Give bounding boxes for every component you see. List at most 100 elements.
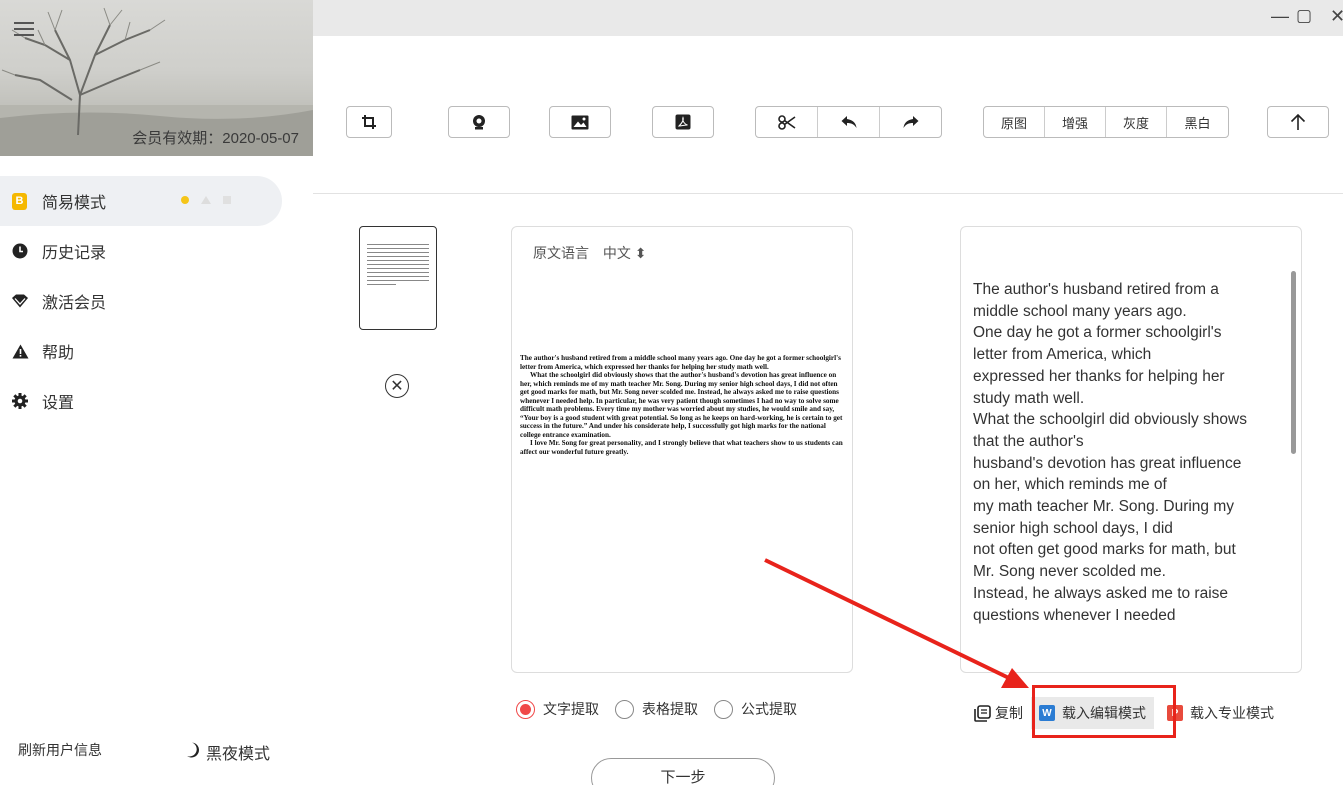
doc-paragraph: I love Mr. Song for great personality, a… bbox=[520, 439, 843, 456]
result-line: The author's husband retired from a bbox=[973, 281, 1219, 298]
result-line: study math well. bbox=[973, 389, 1085, 407]
mode-label: 表格提取 bbox=[642, 701, 698, 717]
sidebar-item-help[interactable]: 帮助 bbox=[0, 326, 313, 376]
result-scrollbar[interactable] bbox=[1291, 271, 1296, 454]
cut-button[interactable] bbox=[756, 107, 818, 137]
mode-label: 文字提取 bbox=[543, 701, 599, 717]
result-line: What the schoolgirl did obviously shows bbox=[973, 411, 1247, 429]
result-line: One day he got a former schoolgirl's bbox=[973, 324, 1222, 342]
copy-label: 复制 bbox=[995, 705, 1023, 721]
mode-formula-radio[interactable]: 公式提取 bbox=[714, 699, 797, 719]
result-line: questions whenever I needed bbox=[973, 606, 1176, 624]
undo-button[interactable] bbox=[818, 107, 880, 137]
extraction-mode-group: 文字提取 表格提取 公式提取 bbox=[516, 699, 813, 719]
camera-button[interactable] bbox=[448, 106, 510, 138]
sidebar-item-settings[interactable]: 设置 bbox=[0, 376, 313, 426]
scanned-document-text: The author's husband retired from a midd… bbox=[520, 354, 846, 456]
sidebar-item-label: 设置 bbox=[42, 395, 75, 412]
result-line: not often get good marks for math, but bbox=[973, 541, 1236, 559]
toolbar: 原图 增强 灰度 黑白 bbox=[313, 36, 1343, 194]
result-line: my math teacher Mr. Song. During my bbox=[973, 498, 1235, 516]
source-language-select[interactable]: 中文 ⬍ bbox=[603, 245, 647, 261]
pdf-icon bbox=[675, 114, 691, 130]
image-filter-group: 原图 增强 灰度 黑白 bbox=[983, 106, 1229, 138]
result-line: Instead, he always asked me to raise bbox=[973, 584, 1229, 602]
sidebar-item-simple-mode[interactable]: B 简易模式 bbox=[0, 176, 282, 226]
clock-icon bbox=[10, 241, 30, 261]
filter-enhance-button[interactable]: 增强 bbox=[1045, 107, 1106, 137]
source-language-label: 原文语言 bbox=[533, 245, 589, 261]
hamburger-menu-icon[interactable] bbox=[14, 22, 34, 38]
webcam-icon bbox=[473, 115, 485, 130]
app-window: 会员有效期：2020-05-07 B 简易模式 历史记录 激活会员 帮助 设置 … bbox=[0, 0, 1343, 785]
moon-icon bbox=[186, 742, 200, 763]
sidebar: 会员有效期：2020-05-07 B 简易模式 历史记录 激活会员 帮助 设置 … bbox=[0, 0, 313, 785]
image-button[interactable] bbox=[549, 106, 611, 138]
original-document-panel: 原文语言 中文 ⬍ The author's husband retired f… bbox=[511, 226, 853, 673]
banner-image: 会员有效期：2020-05-07 bbox=[0, 0, 313, 156]
filter-blackwhite-button[interactable]: 黑白 bbox=[1167, 107, 1228, 137]
result-line: Mr. Song never scolded me. bbox=[973, 563, 1166, 581]
result-line: middle school many years ago. bbox=[973, 302, 1187, 320]
maximize-button[interactable]: ▢ bbox=[1296, 6, 1312, 26]
page-thumbnail[interactable] bbox=[359, 226, 437, 330]
result-line: husband's devotion has great influence bbox=[973, 454, 1242, 472]
title-bar: — ▢ ✕ bbox=[313, 0, 1343, 36]
minimize-button[interactable]: — bbox=[1271, 6, 1289, 27]
load-pro-mode-button[interactable]: P 载入专业模式 bbox=[1167, 703, 1274, 723]
redo-button[interactable] bbox=[880, 107, 941, 137]
highlight-annotation-box bbox=[1032, 685, 1176, 738]
upload-button[interactable] bbox=[1267, 106, 1329, 138]
mode-label: 公式提取 bbox=[741, 701, 797, 717]
result-line: letter from America, which bbox=[973, 346, 1152, 364]
radio-empty-icon bbox=[615, 699, 634, 719]
radio-selected-icon bbox=[516, 699, 535, 719]
crop-icon bbox=[362, 115, 376, 129]
refresh-user-info-link[interactable]: 刷新用户信息 bbox=[18, 740, 102, 760]
next-step-button[interactable]: 下一步 bbox=[591, 758, 775, 785]
triangle-icon bbox=[201, 196, 211, 204]
membership-expiry: 会员有效期：2020-05-07 bbox=[132, 130, 299, 147]
filter-grayscale-button[interactable]: 灰度 bbox=[1106, 107, 1167, 137]
remove-page-icon[interactable]: ✕ bbox=[385, 374, 409, 398]
night-mode-toggle[interactable]: 黑夜模式 bbox=[186, 740, 270, 764]
sidebar-item-label: 激活会员 bbox=[42, 295, 107, 312]
image-icon bbox=[571, 115, 589, 129]
copy-icon bbox=[974, 704, 991, 722]
sidebar-item-label: 简易模式 bbox=[42, 195, 107, 212]
recognized-text[interactable]: The author's husband retired from a midd… bbox=[973, 279, 1283, 626]
close-button[interactable]: ✕ bbox=[1330, 6, 1343, 27]
result-line: expressed her thanks for helping her bbox=[973, 367, 1225, 385]
diamond-icon bbox=[10, 291, 30, 311]
pdf-button[interactable] bbox=[652, 106, 714, 138]
recognition-result-panel[interactable]: The author's husband retired from a midd… bbox=[960, 226, 1302, 673]
copy-button[interactable]: 复制 bbox=[974, 703, 1023, 723]
scissors-icon bbox=[777, 114, 795, 130]
crop-button[interactable] bbox=[346, 106, 392, 138]
square-icon bbox=[223, 196, 231, 204]
edit-tools-group bbox=[755, 106, 942, 138]
mode-text-radio[interactable]: 文字提取 bbox=[516, 699, 599, 719]
arrow-up-icon bbox=[1290, 113, 1306, 130]
redo-arrow-icon bbox=[903, 116, 918, 128]
sidebar-item-history[interactable]: 历史记录 bbox=[0, 226, 313, 276]
warning-icon bbox=[10, 341, 30, 361]
night-mode-label: 黑夜模式 bbox=[206, 746, 271, 763]
result-line: senior high school days, I did bbox=[973, 519, 1173, 537]
sidebar-nav: B 简易模式 历史记录 激活会员 帮助 设置 bbox=[0, 176, 313, 426]
main-area: — ▢ ✕ 原图 增强 灰度 黑白 ✕ 原文语言 中文 ⬍ The author… bbox=[313, 0, 1343, 785]
undo-arrow-icon bbox=[841, 116, 856, 128]
load-pro-label: 载入专业模式 bbox=[1190, 705, 1274, 721]
doc-paragraph: The author's husband retired from a midd… bbox=[520, 354, 841, 371]
result-line: on her, which reminds me of bbox=[973, 476, 1167, 494]
doc-paragraph: What the schoolgirl did obviously shows … bbox=[520, 371, 843, 439]
yellow-dot-icon bbox=[181, 196, 189, 204]
status-indicators bbox=[181, 196, 231, 204]
radio-empty-icon bbox=[714, 699, 733, 719]
filter-original-button[interactable]: 原图 bbox=[984, 107, 1045, 137]
mode-table-radio[interactable]: 表格提取 bbox=[615, 699, 698, 719]
sidebar-item-label: 历史记录 bbox=[42, 245, 107, 262]
b-badge-icon: B bbox=[12, 192, 27, 210]
sidebar-item-label: 帮助 bbox=[42, 345, 75, 362]
sidebar-item-activate-member[interactable]: 激活会员 bbox=[0, 276, 313, 326]
